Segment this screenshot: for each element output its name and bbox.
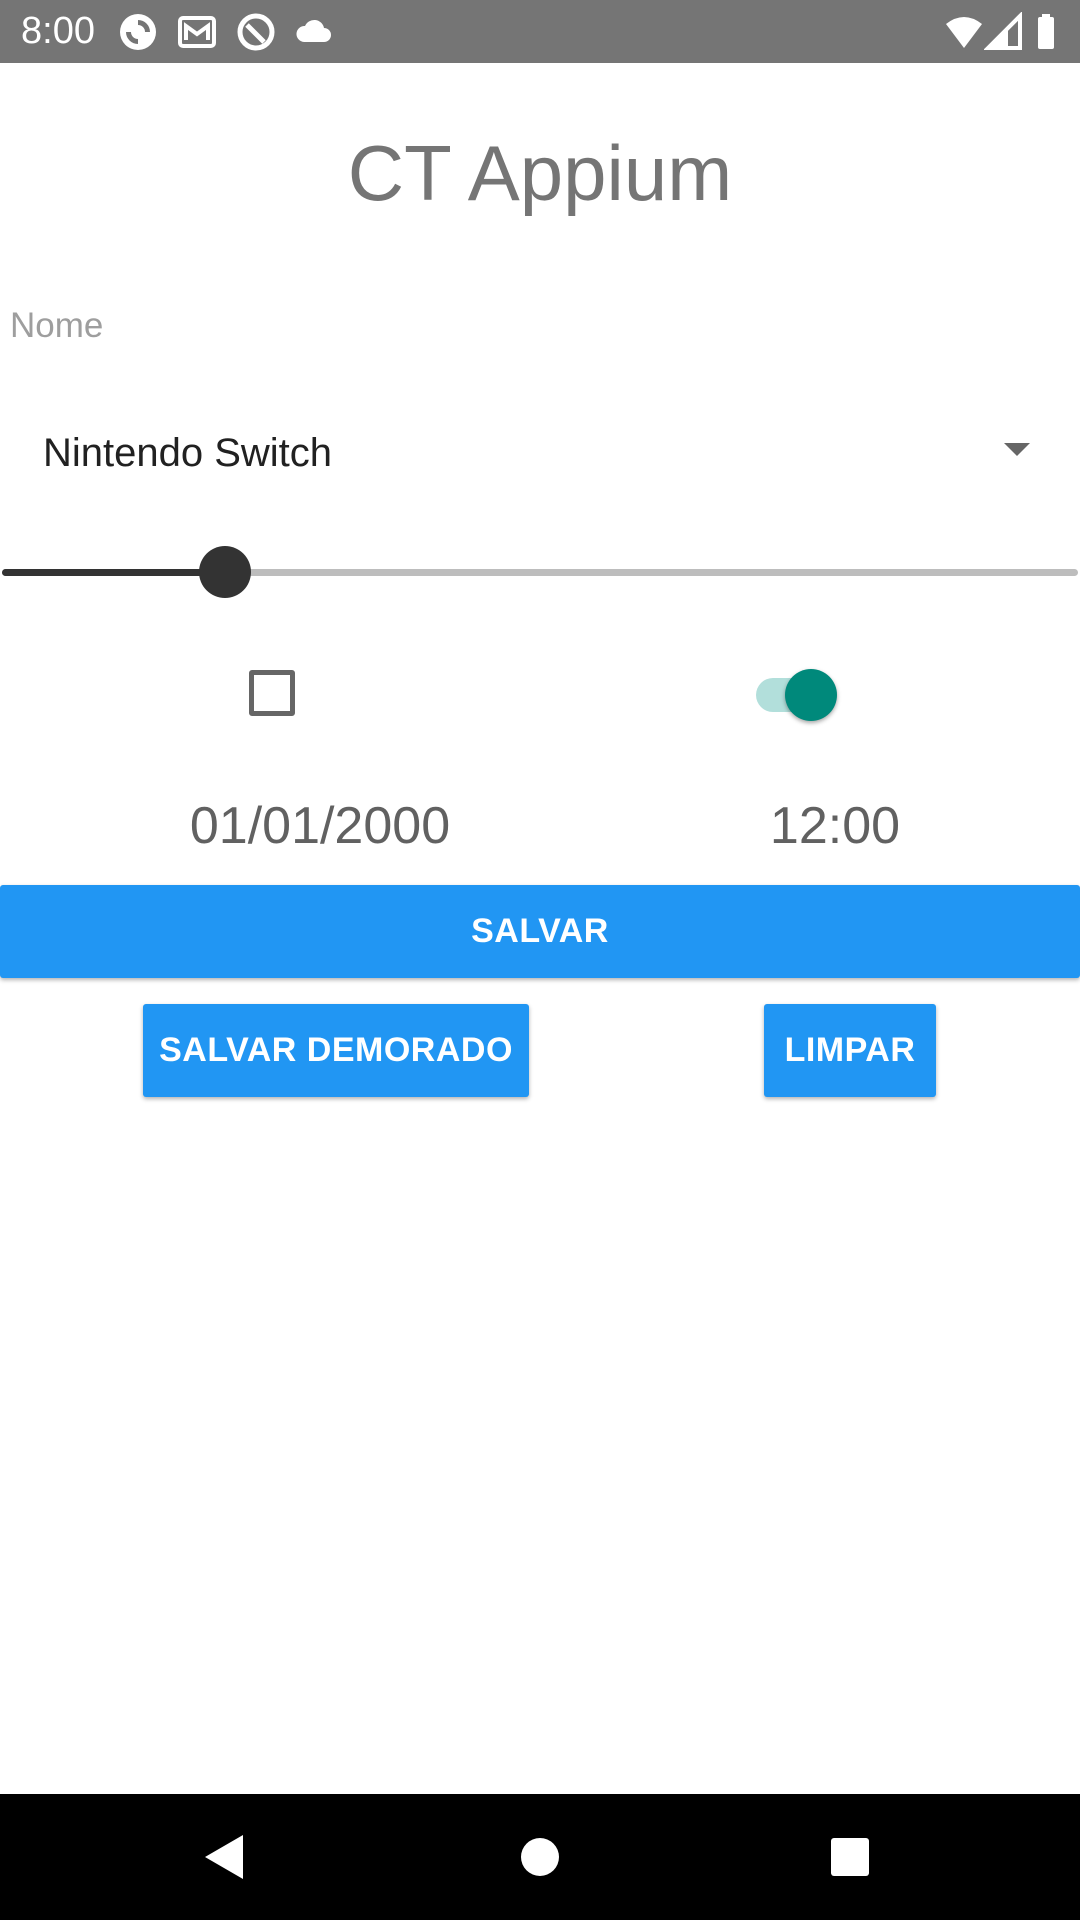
slider-thumb[interactable] bbox=[199, 546, 252, 598]
status-time: 8:00 bbox=[21, 10, 95, 52]
status-bar: 8:00 bbox=[0, 0, 1080, 63]
switch-thumb bbox=[785, 669, 837, 721]
home-icon[interactable] bbox=[507, 1824, 573, 1890]
date-picker-text[interactable]: 01/01/2000 bbox=[120, 796, 520, 856]
save-button[interactable]: SALVAR bbox=[0, 885, 1080, 978]
slider-fill bbox=[2, 569, 226, 576]
page-title: CT Appium bbox=[347, 129, 733, 217]
time-picker-text[interactable]: 12:00 bbox=[690, 796, 980, 856]
clear-button[interactable]: LIMPAR bbox=[764, 1004, 936, 1097]
toggle-switch[interactable] bbox=[752, 666, 842, 722]
cell-signal-icon bbox=[984, 12, 1024, 52]
dropdown-arrow-icon[interactable] bbox=[1002, 440, 1032, 458]
sync-icon bbox=[118, 12, 158, 52]
gallery-icon bbox=[177, 12, 217, 52]
name-input[interactable] bbox=[10, 296, 910, 356]
cloud-icon bbox=[294, 12, 334, 52]
seek-slider[interactable] bbox=[0, 546, 1080, 598]
recents-icon[interactable] bbox=[817, 1824, 883, 1890]
console-dropdown-value: Nintendo Switch bbox=[43, 431, 333, 475]
vpn-icon bbox=[236, 12, 276, 52]
navigation-bar bbox=[0, 1794, 1080, 1920]
battery-icon bbox=[1030, 12, 1070, 52]
console-dropdown[interactable]: Nintendo Switch bbox=[0, 410, 1080, 500]
save-delayed-button[interactable]: SALVAR DEMORADO bbox=[143, 1004, 529, 1097]
wifi-icon bbox=[944, 12, 984, 52]
checkbox[interactable] bbox=[249, 670, 295, 716]
back-icon[interactable] bbox=[191, 1824, 257, 1890]
